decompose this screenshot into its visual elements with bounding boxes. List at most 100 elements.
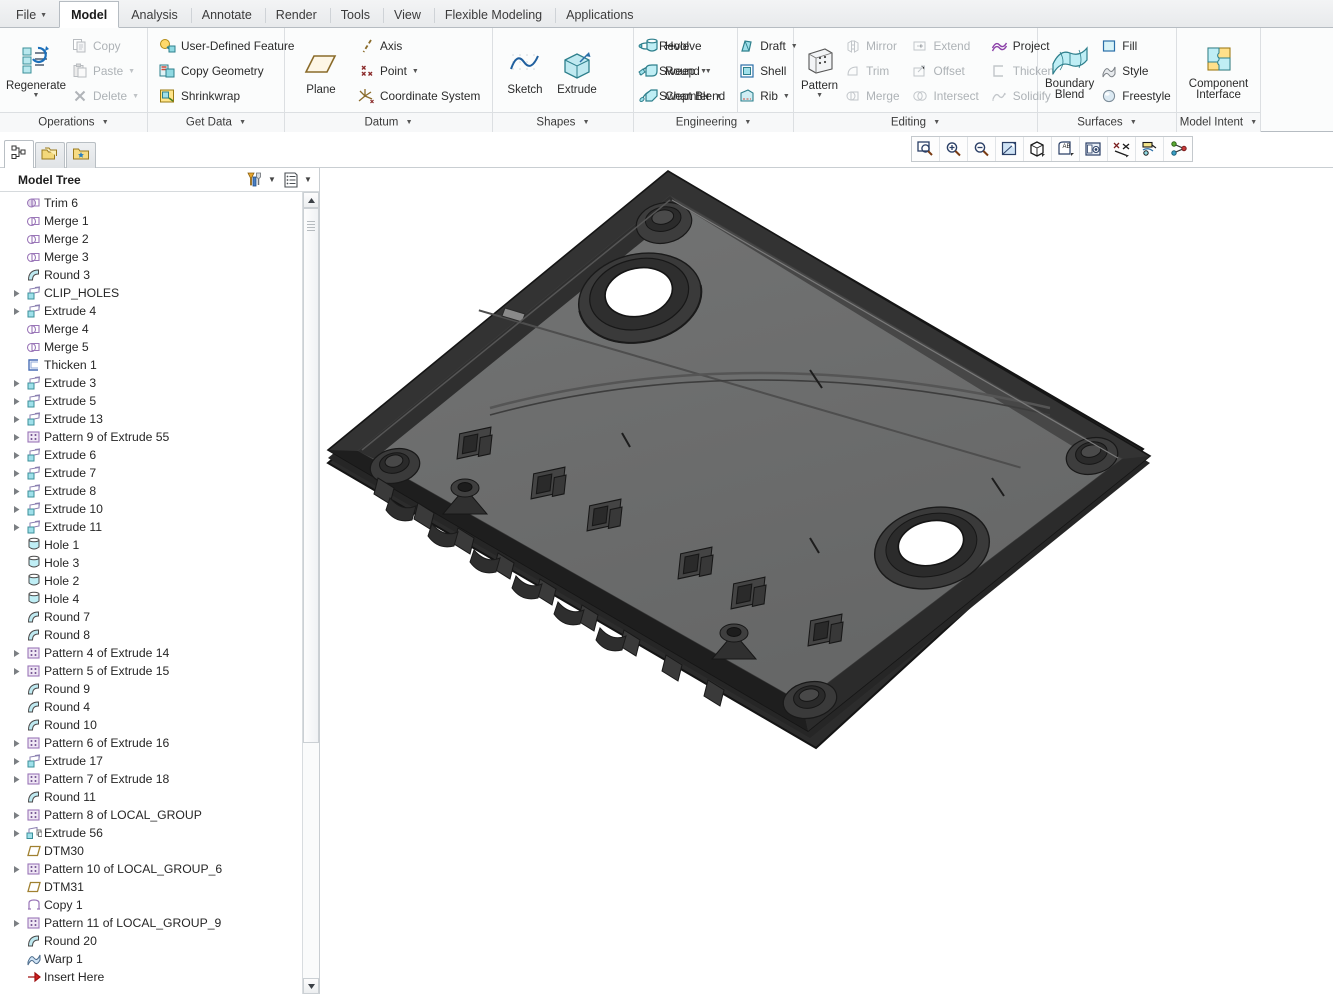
folder-browser-tab[interactable]	[35, 141, 65, 168]
tree-settings-dropdown-caret[interactable]: ▼	[301, 175, 315, 184]
model-tree-item[interactable]: Extrude 7	[0, 464, 302, 482]
point-button[interactable]: Point ▼	[355, 59, 485, 84]
expand-arrow-icon[interactable]	[10, 860, 24, 878]
model-tree-item[interactable]: Warp 1	[0, 950, 302, 968]
ribbon-tab-file[interactable]: File ▼	[4, 3, 59, 27]
ribbon-tab-annotate[interactable]: Annotate	[190, 3, 264, 27]
ribbon-group-title-get-data[interactable]: Get Data ▼	[148, 112, 284, 132]
expand-arrow-icon[interactable]	[10, 302, 24, 320]
shell-button[interactable]: Shell	[735, 59, 803, 84]
model-tree-item[interactable]: Hole 1	[0, 536, 302, 554]
repaint-icon[interactable]	[996, 137, 1024, 161]
ribbon-group-title-operations[interactable]: Operations ▼	[0, 112, 147, 132]
model-tree-item[interactable]: Hole 3	[0, 554, 302, 572]
extrude-button[interactable]: Extrude	[551, 46, 603, 96]
model-tree-item[interactable]: Merge 2	[0, 230, 302, 248]
chamfer-button[interactable]: Chamfer ▼	[640, 84, 727, 109]
zoom-out-icon[interactable]	[968, 137, 996, 161]
expand-arrow-icon[interactable]	[10, 644, 24, 662]
model-tree-item[interactable]: Round 9	[0, 680, 302, 698]
ribbon-tab-render[interactable]: Render	[264, 3, 329, 27]
plane-button[interactable]: Plane	[291, 46, 351, 96]
model-tree-item[interactable]: Extrude 6	[0, 446, 302, 464]
spin-center-icon[interactable]	[1164, 137, 1192, 161]
model-tree-item[interactable]: Hole 2	[0, 572, 302, 590]
model-tree-item[interactable]: Trim 6	[0, 194, 302, 212]
expand-arrow-icon[interactable]	[10, 518, 24, 536]
ribbon-group-title-engineering[interactable]: Engineering ▼	[634, 112, 793, 132]
zoom-in-icon[interactable]	[940, 137, 968, 161]
model-tree-item[interactable]: Pattern 4 of Extrude 14	[0, 644, 302, 662]
model-tree-item[interactable]: Merge 1	[0, 212, 302, 230]
model-tree-item[interactable]: Pattern 8 of LOCAL_GROUP	[0, 806, 302, 824]
ribbon-tab-view[interactable]: View	[382, 3, 433, 27]
shrinkwrap-button[interactable]: Shrinkwrap	[156, 84, 299, 109]
scroll-track[interactable]	[303, 208, 319, 978]
ribbon-tab-applications[interactable]: Applications	[554, 3, 645, 27]
expand-arrow-icon[interactable]	[10, 392, 24, 410]
model-tree-item[interactable]: Hole 4	[0, 590, 302, 608]
component-interface-button[interactable]: Component Interface	[1183, 41, 1254, 101]
ribbon-group-title-model-intent[interactable]: Model Intent ▼	[1177, 112, 1260, 132]
freestyle-button[interactable]: Freestyle	[1097, 84, 1176, 109]
ribbon-group-title-surfaces[interactable]: Surfaces ▼	[1038, 112, 1176, 132]
favorites-tab[interactable]	[66, 141, 96, 168]
model-tree-item[interactable]: Extrude 17	[0, 752, 302, 770]
model-tree-item[interactable]: Extrude 13	[0, 410, 302, 428]
ribbon-group-title-editing[interactable]: Editing ▼	[794, 112, 1037, 132]
expand-arrow-icon[interactable]	[10, 500, 24, 518]
appearance-gallery-icon[interactable]	[1080, 137, 1108, 161]
expand-arrow-icon[interactable]	[10, 374, 24, 392]
model-tree-item[interactable]: DTM31	[0, 878, 302, 896]
expand-arrow-icon[interactable]	[10, 770, 24, 788]
trim-button[interactable]: Trim	[841, 59, 904, 84]
model-tree-item[interactable]: Extrude 3	[0, 374, 302, 392]
ribbon-tab-model[interactable]: Model	[59, 1, 120, 28]
model-tree-item[interactable]: Pattern 6 of Extrude 16	[0, 734, 302, 752]
expand-arrow-icon[interactable]	[10, 752, 24, 770]
expand-arrow-icon[interactable]	[10, 428, 24, 446]
saved-views-icon[interactable]: AB	[1052, 137, 1080, 161]
tree-filter-icon[interactable]	[243, 170, 265, 190]
model-tree-item[interactable]: Merge 5	[0, 338, 302, 356]
model-tree-tab[interactable]	[4, 139, 34, 168]
model-tree-item[interactable]: Round 10	[0, 716, 302, 734]
expand-arrow-icon[interactable]	[10, 482, 24, 500]
scroll-down-button[interactable]	[303, 978, 319, 994]
merge-button[interactable]: Merge	[841, 84, 904, 109]
hole-button[interactable]: Hole	[640, 34, 727, 59]
expand-arrow-icon[interactable]	[10, 446, 24, 464]
model-tree-item[interactable]: Pattern 5 of Extrude 15	[0, 662, 302, 680]
model-tree-scrollbar[interactable]	[302, 192, 319, 994]
refit-icon[interactable]	[912, 137, 940, 161]
model-tree-item[interactable]: Thicken 1	[0, 356, 302, 374]
model-tree-item[interactable]: Extrude 56	[0, 824, 302, 842]
display-style-icon[interactable]	[1024, 137, 1052, 161]
style-button[interactable]: Style	[1097, 59, 1176, 84]
tree-filter-dropdown-caret[interactable]: ▼	[265, 175, 279, 184]
model-tree-item[interactable]: Round 11	[0, 788, 302, 806]
model-tree-item[interactable]: DTM30	[0, 842, 302, 860]
model-tree-item[interactable]: Merge 3	[0, 248, 302, 266]
ribbon-group-title-datum[interactable]: Datum ▼	[285, 112, 492, 132]
model-tree-item[interactable]: CLIP_HOLES	[0, 284, 302, 302]
model-tree-item[interactable]: Extrude 10	[0, 500, 302, 518]
expand-arrow-icon[interactable]	[10, 824, 24, 842]
round-button[interactable]: Round ▼	[640, 59, 727, 84]
model-tree-item[interactable]: Pattern 10 of LOCAL_GROUP_6	[0, 860, 302, 878]
copy-geometry-button[interactable]: Copy Geometry	[156, 59, 299, 84]
expand-arrow-icon[interactable]	[10, 806, 24, 824]
intersect-button[interactable]: Intersect	[909, 84, 984, 109]
ribbon-tab-flexible-modeling[interactable]: Flexible Modeling	[433, 3, 554, 27]
paste-button[interactable]: Paste ▼	[68, 59, 144, 84]
ribbon-tab-analysis[interactable]: Analysis	[119, 3, 190, 27]
delete-button[interactable]: Delete ▼	[68, 84, 144, 109]
annotation-display-icon[interactable]	[1136, 137, 1164, 161]
copy-button[interactable]: Copy	[68, 34, 144, 59]
mirror-button[interactable]: Mirror	[841, 34, 904, 59]
model-tree-item[interactable]: Extrude 8	[0, 482, 302, 500]
draft-button[interactable]: Draft ▼	[735, 34, 803, 59]
user-defined-feature-button[interactable]: User-Defined Feature	[156, 34, 299, 59]
fill-button[interactable]: Fill	[1097, 34, 1176, 59]
model-tree-item[interactable]: Insert Here	[0, 968, 302, 986]
